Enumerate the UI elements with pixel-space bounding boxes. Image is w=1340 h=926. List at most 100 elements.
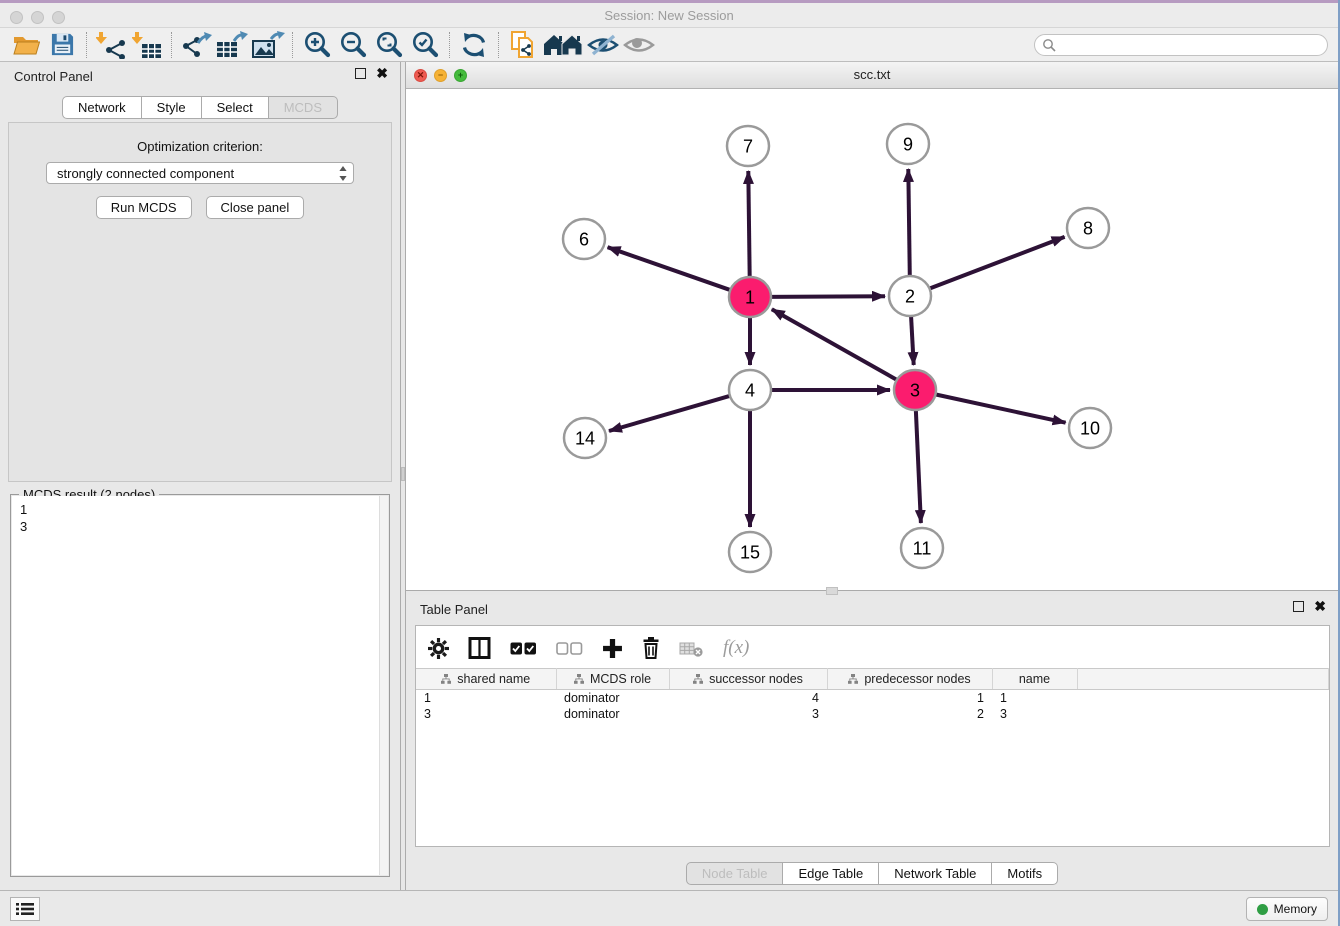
- table-row[interactable]: 1dominator411: [416, 690, 1329, 706]
- select-all-button[interactable]: [510, 642, 537, 655]
- graph-edge-1-7[interactable]: [748, 171, 749, 278]
- import-table-button[interactable]: [129, 30, 165, 60]
- graph-node-7[interactable]: 7: [727, 126, 769, 166]
- graph-edge-2-8[interactable]: [928, 237, 1065, 289]
- table-row[interactable]: 3dominator323: [416, 706, 1329, 722]
- graph-node-11[interactable]: 11: [901, 528, 943, 568]
- network-canvas[interactable]: 7 9 6 8 1 2 4 3 14 10 15 11: [406, 89, 1338, 591]
- save-session-button[interactable]: [44, 30, 80, 60]
- control-panel-float-icon[interactable]: [355, 68, 366, 79]
- zoom-selected-button[interactable]: [407, 30, 443, 60]
- network-zoom-icon[interactable]: +: [454, 69, 467, 82]
- show-all-button[interactable]: [621, 30, 657, 60]
- import-network-button[interactable]: [93, 30, 129, 60]
- table-cell[interactable]: 2: [827, 706, 992, 722]
- graph-edge-3-10[interactable]: [934, 394, 1066, 423]
- window-titlebar: Session: New Session: [0, 0, 1338, 28]
- tab-motifs[interactable]: Motifs: [992, 862, 1058, 885]
- app-window: Session: New Session: [0, 0, 1340, 926]
- zoom-in-button[interactable]: [299, 30, 335, 60]
- tab-node-table[interactable]: Node Table: [686, 862, 784, 885]
- table-cell[interactable]: dominator: [556, 690, 669, 706]
- window-close-icon[interactable]: [10, 11, 23, 24]
- zoom-out-button[interactable]: [335, 30, 371, 60]
- columns-icon: [468, 637, 491, 659]
- tab-edge-table[interactable]: Edge Table: [783, 862, 879, 885]
- control-panel-close-icon[interactable]: ✖: [376, 68, 388, 79]
- open-session-button[interactable]: [8, 30, 44, 60]
- mcds-result-area[interactable]: 13: [12, 496, 388, 875]
- graph-edge-1-6[interactable]: [608, 247, 733, 291]
- splitter-handle[interactable]: [401, 467, 405, 481]
- graph-node-1[interactable]: 1: [729, 277, 771, 317]
- refresh-button[interactable]: [456, 30, 492, 60]
- export-network-button[interactable]: [178, 30, 214, 60]
- column-header-MCDS-role[interactable]: MCDS role: [556, 669, 669, 690]
- tab-mcds[interactable]: MCDS: [269, 96, 338, 119]
- deselect-all-button[interactable]: [556, 642, 583, 655]
- result-scrollbar[interactable]: [379, 496, 388, 875]
- hide-selected-button[interactable]: [585, 30, 621, 60]
- search-field[interactable]: [1034, 34, 1328, 56]
- graph-node-10[interactable]: 10: [1069, 408, 1111, 448]
- window-zoom-icon[interactable]: [52, 11, 65, 24]
- zoom-fit-button[interactable]: [371, 30, 407, 60]
- copy-network-button[interactable]: [505, 30, 541, 60]
- optimization-select[interactable]: strongly connected component: [46, 162, 354, 184]
- graph-edge-2-3[interactable]: [911, 315, 914, 365]
- graph-node-6[interactable]: 6: [563, 219, 605, 259]
- add-column-button[interactable]: [602, 638, 623, 659]
- graph-node-3[interactable]: 3: [894, 370, 936, 410]
- column-header-successor-nodes[interactable]: successor nodes: [669, 669, 827, 690]
- column-header-predecessor-nodes[interactable]: predecessor nodes: [827, 669, 992, 690]
- function-builder-button[interactable]: f(x): [723, 637, 749, 659]
- mcds-panel: Optimization criterion: strongly connect…: [8, 122, 392, 482]
- close-panel-button[interactable]: Close panel: [206, 196, 305, 219]
- graph-edge-3-1[interactable]: [772, 309, 899, 380]
- graph-node-4[interactable]: 4: [729, 370, 771, 410]
- table-tabs: Node TableEdge TableNetwork TableMotifs: [406, 862, 1338, 885]
- table-cell[interactable]: 1: [992, 690, 1077, 706]
- table-columns-button[interactable]: [468, 637, 491, 659]
- column-header-name[interactable]: name: [992, 669, 1077, 690]
- table-cell[interactable]: 3: [669, 706, 827, 722]
- export-image-button[interactable]: [250, 30, 286, 60]
- task-history-button[interactable]: [10, 897, 40, 921]
- graph-node-14[interactable]: 14: [564, 418, 606, 458]
- memory-button[interactable]: Memory: [1246, 897, 1328, 921]
- first-neighbors-button[interactable]: [541, 30, 585, 60]
- graph-edge-2-9[interactable]: [908, 169, 910, 277]
- table-cell[interactable]: 4: [669, 690, 827, 706]
- tab-select[interactable]: Select: [202, 96, 269, 119]
- table-cell[interactable]: 3: [992, 706, 1077, 722]
- graph-node-15[interactable]: 15: [729, 532, 771, 572]
- run-mcds-button[interactable]: Run MCDS: [96, 196, 192, 219]
- table-cell[interactable]: dominator: [556, 706, 669, 722]
- export-table-button[interactable]: [214, 30, 250, 60]
- network-minimize-icon[interactable]: −: [434, 69, 447, 82]
- table-panel-float-icon[interactable]: [1293, 601, 1304, 612]
- network-titlebar[interactable]: ✕ − + scc.txt: [406, 62, 1338, 89]
- delete-table-button[interactable]: [679, 640, 704, 657]
- graph-edge-3-11[interactable]: [916, 409, 921, 523]
- table-cell[interactable]: 1: [827, 690, 992, 706]
- network-close-icon[interactable]: ✕: [414, 69, 427, 82]
- graph-edge-1-2[interactable]: [769, 296, 885, 297]
- graph-node-2[interactable]: 2: [889, 276, 931, 316]
- splitter-handle[interactable]: [826, 587, 838, 595]
- graph-node-9[interactable]: 9: [887, 124, 929, 164]
- column-header-shared-name[interactable]: shared name: [416, 669, 556, 690]
- table-cell[interactable]: 3: [416, 706, 556, 722]
- delete-column-button[interactable]: [642, 637, 660, 659]
- window-title: Session: New Session: [0, 3, 1338, 29]
- table-panel-close-icon[interactable]: ✖: [1314, 601, 1326, 612]
- tab-network[interactable]: Network: [62, 96, 142, 119]
- graph-node-8[interactable]: 8: [1067, 208, 1109, 248]
- tab-network-table[interactable]: Network Table: [879, 862, 992, 885]
- tab-style[interactable]: Style: [142, 96, 202, 119]
- graph-edge-4-14[interactable]: [609, 395, 732, 431]
- table-cell[interactable]: 1: [416, 690, 556, 706]
- window-minimize-icon[interactable]: [31, 11, 44, 24]
- deselect-all-icon: [556, 642, 583, 655]
- table-settings-button[interactable]: [428, 638, 449, 659]
